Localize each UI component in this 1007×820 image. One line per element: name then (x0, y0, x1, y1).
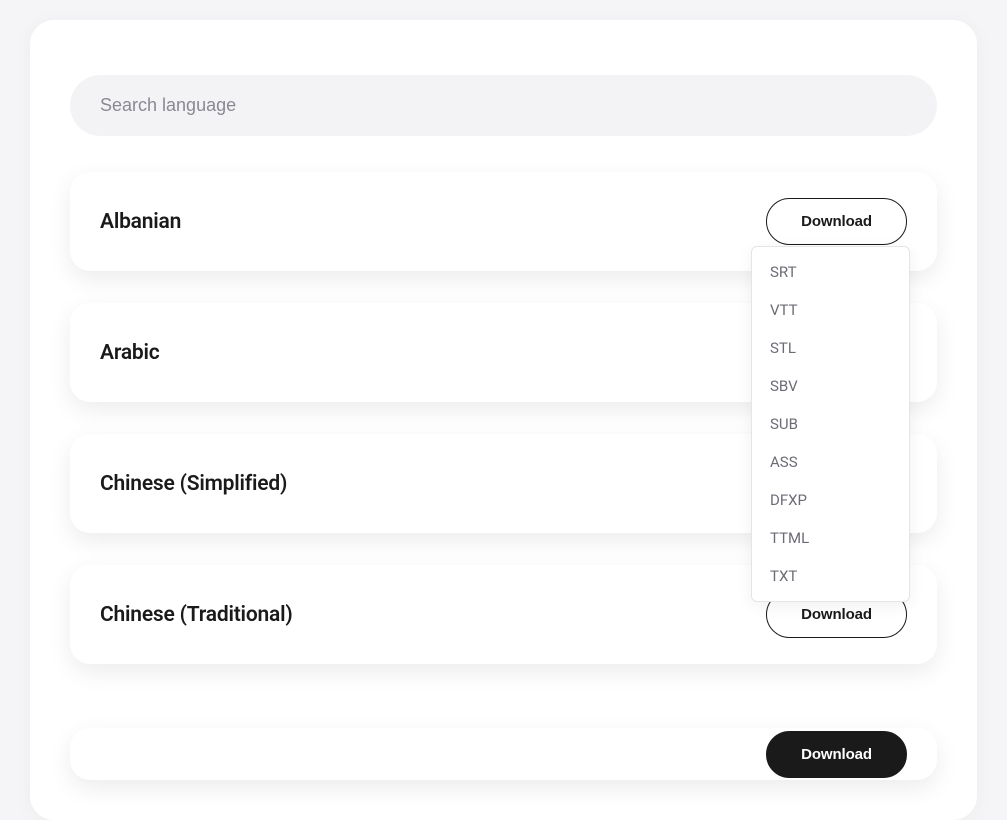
format-option-dfxp[interactable]: DFXP (752, 481, 909, 519)
format-option-ttml[interactable]: TTML (752, 519, 909, 557)
format-option-srt[interactable]: SRT (752, 253, 909, 291)
format-option-vtt[interactable]: VTT (752, 291, 909, 329)
format-option-sbv[interactable]: SBV (752, 367, 909, 405)
language-name: Chinese (Traditional) (100, 603, 293, 627)
format-dropdown: SRT VTT STL SBV SUB ASS DFXP TTML TXT (751, 246, 910, 602)
download-button[interactable]: Download (766, 198, 907, 245)
format-option-ass[interactable]: ASS (752, 443, 909, 481)
search-input[interactable] (70, 75, 937, 136)
language-name: Albanian (100, 210, 181, 234)
language-row-partial: Download (70, 728, 937, 780)
format-option-stl[interactable]: STL (752, 329, 909, 367)
format-option-sub[interactable]: SUB (752, 405, 909, 443)
language-name: Arabic (100, 341, 160, 365)
format-option-txt[interactable]: TXT (752, 557, 909, 595)
language-name: Chinese (Simplified) (100, 472, 287, 496)
download-button[interactable]: Download (766, 731, 907, 778)
